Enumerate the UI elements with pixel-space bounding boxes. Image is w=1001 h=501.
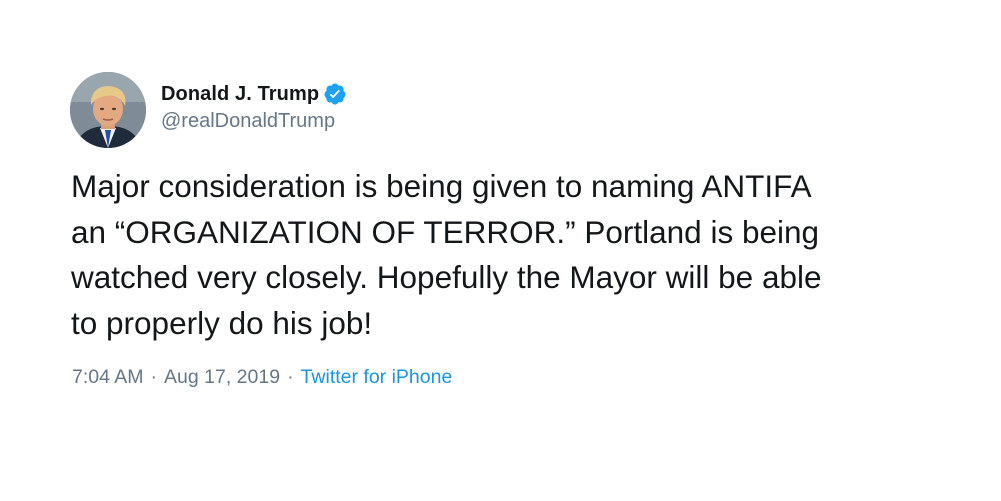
tweet-date[interactable]: Aug 17, 2019 <box>164 366 280 389</box>
verified-badge-icon <box>323 82 347 106</box>
author-block: Donald J. Trump @realDonaldTrump <box>161 80 347 133</box>
name-row: Donald J. Trump <box>161 80 347 108</box>
avatar[interactable] <box>70 72 146 148</box>
display-name[interactable]: Donald J. Trump <box>161 83 319 106</box>
user-handle[interactable]: @realDonaldTrump <box>161 110 347 133</box>
tweet-meta: 7:04 AM · Aug 17, 2019 · Twitter for iPh… <box>72 366 452 389</box>
tweet-text: Major consideration is being given to na… <box>71 168 822 341</box>
tweet-time[interactable]: 7:04 AM <box>72 366 144 389</box>
tweet-source-link[interactable]: Twitter for iPhone <box>301 366 453 389</box>
meta-separator: · <box>150 366 158 388</box>
tweet-card: Donald J. Trump @realDonaldTrump Major c… <box>0 0 1001 501</box>
meta-separator: · <box>287 366 294 388</box>
avatar-image <box>70 72 146 148</box>
